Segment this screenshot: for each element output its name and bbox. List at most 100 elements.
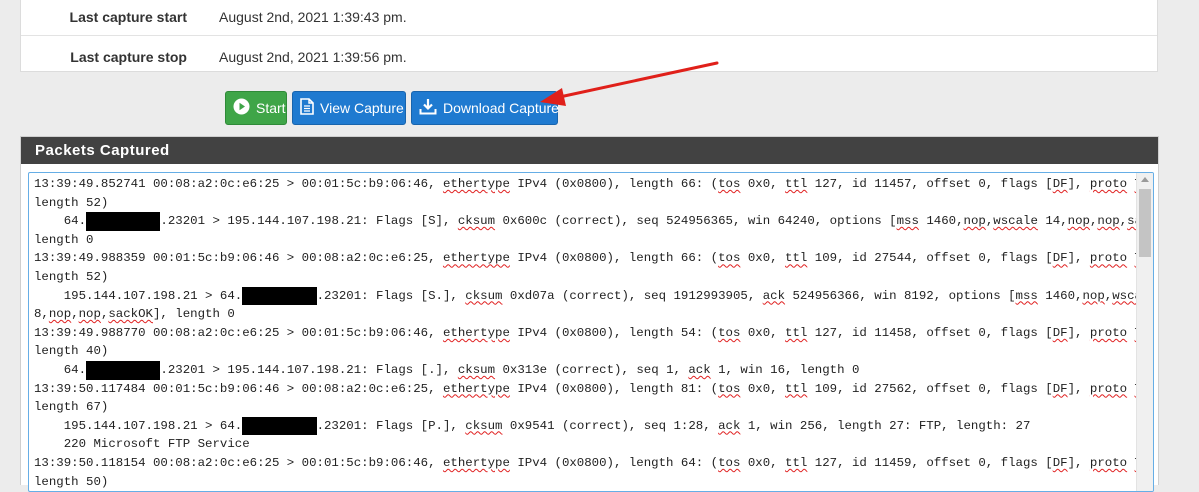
- packet-text: ],: [1067, 325, 1090, 340]
- packet-text: .23201: Flags [S.],: [316, 288, 466, 303]
- packet-text: 0x0,: [740, 177, 786, 191]
- packet-text: nop: [1097, 214, 1120, 229]
- packet-text: cksum: [465, 418, 503, 433]
- packet-text: 0xd07a (correct), seq 1912993905,: [502, 288, 763, 303]
- packet-line: length 67): [34, 398, 1133, 417]
- packet-text: 0x0,: [740, 381, 786, 396]
- packet-text: 0x0,: [740, 325, 786, 340]
- packet-line: length 52): [34, 268, 1133, 287]
- packet-line: 220 Microsoft FTP Service: [34, 435, 1133, 454]
- packet-text: mss: [896, 214, 919, 229]
- play-circle-icon: [233, 98, 250, 118]
- packet-text: 0x0,: [740, 251, 786, 266]
- capture-info-table: Last capture start August 2nd, 2021 1:39…: [20, 0, 1158, 72]
- packet-text: IPv4 (0x0800), length 54: (: [509, 325, 719, 340]
- packet-text: ethertype: [442, 381, 510, 396]
- packet-text: DF: [1052, 381, 1068, 396]
- packet-text: .23201 > 195.144.107.198.21: Flags [S],: [160, 214, 458, 229]
- packet-line: length 52): [34, 194, 1133, 213]
- packet-line: 13:39:49.852741 00:08:a2:0c:e6:25 > 00:0…: [34, 175, 1153, 194]
- view-capture-button[interactable]: View Capture: [292, 91, 406, 125]
- capture-stop-label: Last capture stop: [70, 49, 187, 65]
- packet-text: ack: [718, 418, 741, 433]
- packet-text: 64.: [34, 362, 87, 377]
- packet-text: 13:39:50.118154 00:08:a2:0c:e6:25 > 00:0…: [34, 455, 443, 470]
- packet-text: DF: [1052, 177, 1068, 191]
- packet-text: DF: [1052, 325, 1068, 340]
- scroll-up-arrow-icon[interactable]: [1141, 177, 1149, 182]
- capture-stop-value: August 2nd, 2021 1:39:56 pm.: [219, 49, 407, 65]
- packet-text: 109, id 27544, offset 0, flags [: [807, 251, 1053, 266]
- packet-line: length 40): [34, 342, 1133, 361]
- packet-text: 127, id 11458, offset 0, flags [: [807, 325, 1053, 340]
- redacted-block: XXXXXXXXXX: [242, 416, 317, 436]
- packet-text: 109, id 27562, offset 0, flags [: [807, 381, 1053, 396]
- capture-start-row: Last capture start August 2nd, 2021 1:39…: [21, 0, 1157, 36]
- packet-line: 13:39:50.117484 00:01:5c:b9:06:46 > 00:0…: [34, 380, 1153, 399]
- packet-text: IPv4 (0x0800), length 81: (: [509, 381, 719, 396]
- packet-text: .23201: Flags [P.],: [316, 418, 466, 433]
- packet-text: 13:39:50.117484 00:01:5c:b9:06:46 > 00:0…: [34, 381, 443, 396]
- download-capture-label: Download Capture: [443, 100, 559, 116]
- packet-text: [1127, 326, 1134, 340]
- download-capture-button[interactable]: Download Capture: [411, 91, 559, 125]
- packet-line: 64.XXXXXXXXXX.23201 > 195.144.107.198.21…: [34, 212, 1153, 231]
- download-icon: [419, 98, 437, 118]
- packet-text: proto: [1089, 381, 1128, 396]
- packet-line: length 0: [34, 231, 1133, 250]
- packet-text: tos: [718, 251, 741, 266]
- packet-line: 13:39:49.988770 00:08:a2:0c:e6:25 > 00:0…: [34, 324, 1153, 343]
- packet-text: nop: [963, 214, 986, 229]
- packet-text: ttl: [785, 455, 808, 470]
- packet-text: nop: [78, 307, 101, 322]
- packet-text: ethertype: [442, 251, 510, 266]
- packet-text: ethertype: [442, 177, 510, 191]
- packet-text: 127, id 11457, offset 0, flags [: [807, 177, 1053, 191]
- redacted-block: XXXXXXXXXX: [242, 286, 317, 306]
- start-button[interactable]: Start: [225, 91, 287, 125]
- packets-textarea[interactable]: 13:39:49.852741 00:08:a2:0c:e6:25 > 00:0…: [28, 172, 1154, 492]
- packet-text: ,: [71, 307, 79, 322]
- packet-text: 524956366, win 8192, options [: [785, 288, 1016, 303]
- packets-output: 13:39:49.852741 00:08:a2:0c:e6:25 > 00:0…: [34, 175, 1153, 492]
- packet-text: [1127, 177, 1134, 191]
- packet-text: 0x9541 (correct), seq 1:28,: [502, 418, 719, 433]
- packet-text: wscale: [993, 214, 1038, 229]
- vertical-scrollbar[interactable]: [1136, 173, 1153, 491]
- packet-text: DF: [1052, 455, 1068, 470]
- panel-title: Packets Captured: [21, 137, 1158, 164]
- packet-text: 14,: [1037, 214, 1068, 229]
- packet-text: 220 Microsoft FTP Service: [34, 437, 250, 452]
- packet-text: 1, win 16, length 0: [710, 362, 860, 377]
- scrollbar-thumb[interactable]: [1139, 189, 1151, 257]
- packet-text: nop: [1082, 288, 1105, 303]
- packet-text: length 52): [34, 269, 109, 284]
- capture-start-value: August 2nd, 2021 1:39:43 pm.: [219, 9, 407, 25]
- packet-text: tos: [718, 177, 741, 191]
- view-capture-label: View Capture: [320, 100, 404, 116]
- packets-captured-panel: Packets Captured 13:39:49.852741 00:08:a…: [20, 136, 1159, 492]
- start-button-label: Start: [256, 100, 286, 116]
- packet-text: 127, id 11459, offset 0, flags [: [807, 455, 1053, 470]
- packet-text: ],: [1067, 251, 1090, 266]
- file-text-icon: [300, 98, 314, 118]
- packet-text: [1127, 251, 1134, 265]
- packet-text: 64.: [34, 214, 87, 229]
- packet-text: ttl: [785, 325, 808, 340]
- capture-start-label: Last capture start: [69, 9, 187, 25]
- packet-text: IPv4 (0x0800), length 66: (: [509, 251, 719, 266]
- packet-text: 1, win 256, length 27: FTP, length: 27: [740, 418, 1031, 433]
- packet-line: 195.144.107.198.21 > 64.XXXXXXXXXX.23201…: [34, 416, 1133, 436]
- packet-text: proto: [1089, 177, 1128, 191]
- packet-text: 8,: [34, 307, 49, 322]
- packet-line: 13:39:49.988359 00:01:5c:b9:06:46 > 00:0…: [34, 249, 1153, 268]
- packet-text: [1127, 382, 1134, 396]
- packet-text: 13:39:49.988770 00:08:a2:0c:e6:25 > 00:0…: [34, 325, 443, 340]
- packet-text: cksum: [465, 288, 503, 303]
- packet-text: ack: [688, 362, 711, 377]
- packet-text: 0x0,: [740, 455, 786, 470]
- packet-text: tos: [718, 455, 741, 470]
- packet-text: IPv4 (0x0800), length 64: (: [509, 455, 719, 470]
- packet-line: length 50): [34, 473, 1133, 492]
- packet-text: 195.144.107.198.21 > 64.: [34, 288, 243, 303]
